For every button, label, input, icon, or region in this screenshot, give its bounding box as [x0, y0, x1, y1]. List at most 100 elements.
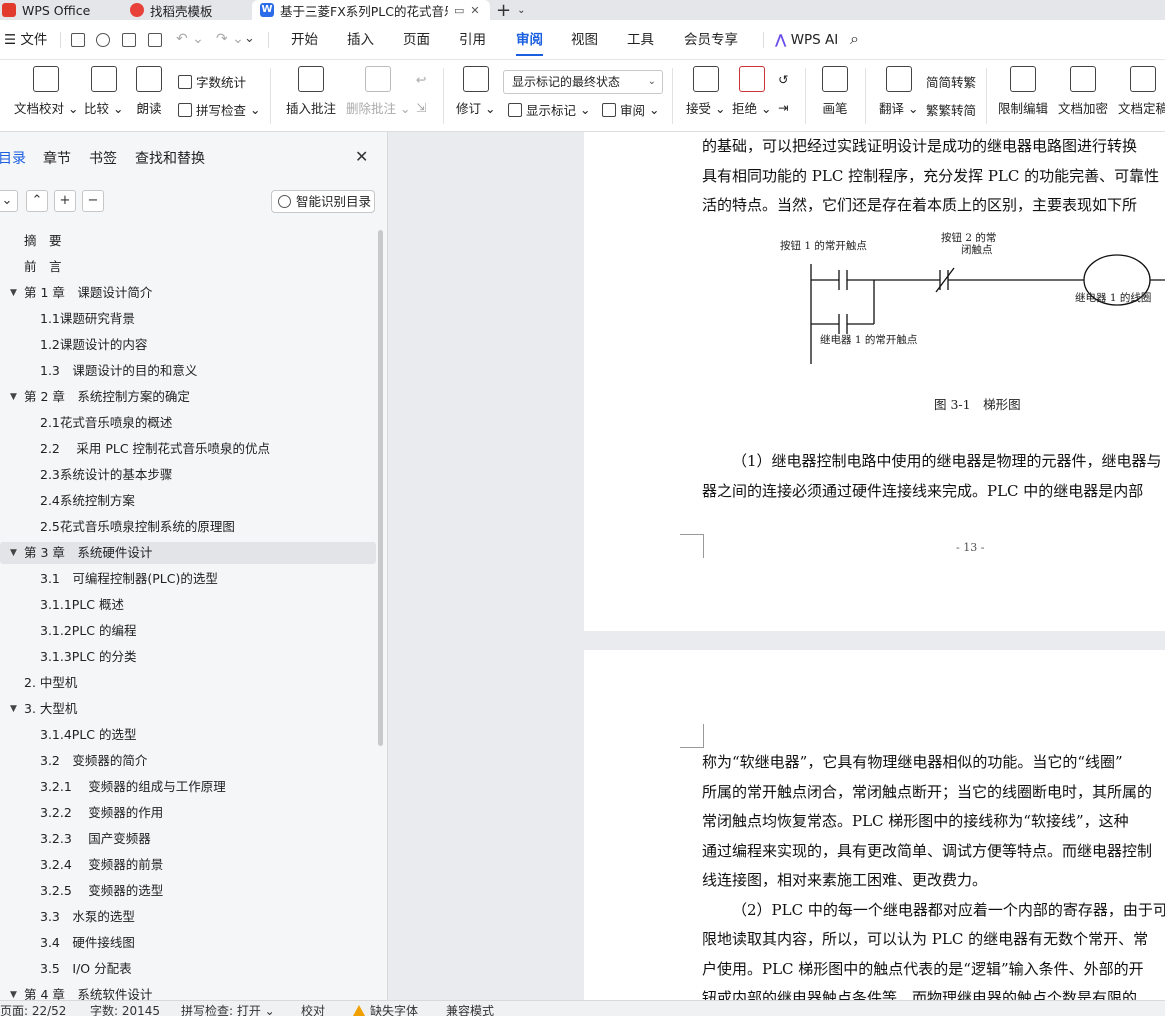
toc-item[interactable]: 1.1课题研究背景: [0, 308, 376, 330]
status-word-count[interactable]: 字数: 20145: [90, 1002, 160, 1016]
close-icon[interactable]: ✕: [355, 147, 368, 166]
nav-tab-bookmarks[interactable]: 书签: [89, 148, 117, 168]
tab-daoke-templates[interactable]: 找稻壳模板: [122, 0, 246, 20]
toc-item[interactable]: ▼ 第 1 章 课题设计简介: [0, 282, 376, 304]
search-icon[interactable]: ⌕: [850, 29, 859, 49]
word-count-button[interactable]: 字数统计: [178, 72, 246, 91]
doc-check-button[interactable]: 文档校对 ⌄: [14, 66, 78, 117]
toc-item[interactable]: ▼ 3. 大型机: [0, 698, 376, 720]
status-page[interactable]: 页面: 22/52: [0, 1002, 66, 1016]
next-change-icon[interactable]: ⇥: [778, 100, 788, 115]
delete-comment-button[interactable]: 删除批注 ⌄: [346, 66, 410, 117]
nav-tab-find-replace[interactable]: 查找和替换: [135, 148, 205, 168]
toc-scrollbar[interactable]: [378, 230, 383, 746]
menu-review[interactable]: 审阅: [516, 20, 543, 60]
show-markup-button[interactable]: 显示标记 ⌄: [508, 100, 591, 119]
toc-item[interactable]: 前 言: [0, 256, 376, 278]
to-simplified-button[interactable]: 繁繁转简: [926, 100, 976, 119]
toc-item[interactable]: 2.1花式音乐喷泉的概述: [0, 412, 376, 434]
markup-view-select[interactable]: 显示标记的最终状态 ⌄: [503, 70, 663, 94]
expand-caret-icon[interactable]: ▼: [10, 542, 17, 564]
toc-item[interactable]: 摘 要: [0, 230, 376, 252]
prev-comment-icon[interactable]: ↩: [416, 72, 426, 87]
toc-item[interactable]: 2.2 采用 PLC 控制花式音乐喷泉的优点: [0, 438, 376, 460]
toc-item[interactable]: 3.2.5 变频器的选型: [0, 880, 376, 902]
print-icon[interactable]: [122, 33, 136, 47]
menu-home[interactable]: 开始: [291, 20, 318, 60]
save-icon[interactable]: [71, 33, 85, 47]
accept-button[interactable]: 接受 ⌄: [686, 66, 725, 117]
file-menu[interactable]: ☰ 文件: [4, 20, 47, 60]
toc-item[interactable]: 2.4系统控制方案: [0, 490, 376, 512]
add-heading-icon[interactable]: +: [54, 190, 76, 212]
tab-wps-office[interactable]: WPS Office: [0, 0, 112, 20]
nav-tab-chapters[interactable]: 章节: [43, 148, 71, 168]
screen-icon[interactable]: ▭: [454, 4, 464, 17]
menu-reference[interactable]: 引用: [459, 20, 486, 60]
revise-button[interactable]: 修订 ⌄: [456, 66, 495, 117]
menu-view[interactable]: 视图: [571, 20, 598, 60]
link-icon[interactable]: [96, 33, 110, 47]
toc-item[interactable]: ▼ 第 4 章 系统软件设计: [0, 984, 376, 1000]
toc-item[interactable]: 3.2.3 国产变频器: [0, 828, 376, 850]
text-line: 所属的常开触点闭合，常闭触点断开；当它的线圈断电时，其所属的: [702, 782, 1153, 801]
toc-item[interactable]: 2.3系统设计的基本步骤: [0, 464, 376, 486]
next-comment-icon[interactable]: ⇲: [416, 100, 426, 115]
smart-toc-button[interactable]: 智能识别目录: [271, 190, 375, 213]
to-traditional-button[interactable]: 简简转繁: [926, 72, 976, 91]
expand-caret-icon[interactable]: ▼: [10, 984, 17, 1000]
menu-member[interactable]: 会员专享: [684, 20, 738, 60]
doc-encrypt-button[interactable]: 文档加密: [1058, 66, 1108, 117]
toc-item[interactable]: 3.2.2 变频器的作用: [0, 802, 376, 824]
status-missing-font[interactable]: 缺失字体: [353, 1002, 418, 1016]
toc-item[interactable]: 3.1.1PLC 概述: [0, 594, 376, 616]
restrict-edit-button[interactable]: 限制编辑: [998, 66, 1048, 117]
doc-final-button[interactable]: 文档定稿: [1118, 66, 1165, 117]
compare-button[interactable]: 比较 ⌄: [84, 66, 123, 117]
toc-item[interactable]: 3.5 I/O 分配表: [0, 958, 376, 980]
nav-tab-toc[interactable]: 目录: [0, 148, 26, 168]
toc-item[interactable]: 3.3 水泵的选型: [0, 906, 376, 928]
toc-item[interactable]: 1.3 课题设计的目的和意义: [0, 360, 376, 382]
pen-button[interactable]: 画笔: [822, 66, 848, 117]
toc-item[interactable]: 3.1 可编程控制器(PLC)的选型: [0, 568, 376, 590]
redo-icon[interactable]: ↷ ⌄: [216, 31, 244, 47]
more-chevron-icon[interactable]: ⌄: [244, 31, 255, 46]
expand-caret-icon[interactable]: ▼: [10, 386, 17, 408]
menu-page[interactable]: 页面: [403, 20, 430, 60]
status-spell-check[interactable]: 拼写检查: 打开 ⌄: [181, 1002, 275, 1016]
menu-tools[interactable]: 工具: [627, 20, 654, 60]
close-tab-icon[interactable]: ✕: [470, 4, 479, 17]
undo-icon[interactable]: ↶ ⌄: [176, 31, 204, 47]
print-preview-icon[interactable]: [148, 33, 162, 47]
spell-check-button[interactable]: 拼写检查 ⌄: [178, 100, 261, 119]
toc-item[interactable]: ▼ 第 2 章 系统控制方案的确定: [0, 386, 376, 408]
toc-item[interactable]: 2.5花式音乐喷泉控制系统的原理图: [0, 516, 376, 538]
wps-ai-button[interactable]: ⋀ WPS AI: [775, 20, 838, 60]
read-aloud-button[interactable]: 朗读: [136, 66, 162, 117]
translate-button[interactable]: 翻译 ⌄: [879, 66, 918, 117]
expand-caret-icon[interactable]: ▼: [10, 698, 17, 720]
insert-comment-button[interactable]: 插入批注: [286, 66, 336, 117]
status-proof[interactable]: 校对: [301, 1002, 325, 1016]
tab-document[interactable]: W 基于三菱FX系列PLC的花式音乐 ▭ ✕: [252, 0, 490, 20]
collapse-chevron-icon[interactable]: ⌄: [0, 190, 18, 212]
move-up-icon[interactable]: ⌃: [26, 190, 48, 212]
toc-item[interactable]: 1.2课题设计的内容: [0, 334, 376, 356]
toc-item[interactable]: 2. 中型机: [0, 672, 376, 694]
toc-item[interactable]: 3.2.4 变频器的前景: [0, 854, 376, 876]
toc-item[interactable]: 3.4 硬件接线图: [0, 932, 376, 954]
menu-insert[interactable]: 插入: [347, 20, 374, 60]
new-tab-button[interactable]: + ⌄: [496, 0, 525, 21]
prev-change-icon[interactable]: ↺: [778, 72, 788, 87]
toc-item[interactable]: 3.1.3PLC 的分类: [0, 646, 376, 668]
reject-button[interactable]: 拒绝 ⌄: [732, 66, 771, 117]
toc-item[interactable]: 3.1.2PLC 的编程: [0, 620, 376, 642]
remove-heading-icon[interactable]: −: [82, 190, 104, 212]
expand-caret-icon[interactable]: ▼: [10, 282, 17, 304]
toc-item[interactable]: 3.2.1 变频器的组成与工作原理: [0, 776, 376, 798]
review-pane-button[interactable]: 审阅 ⌄: [602, 100, 660, 119]
toc-item[interactable]: ▼ 第 3 章 系统硬件设计: [0, 542, 376, 564]
toc-item[interactable]: 3.2 变频器的简介: [0, 750, 376, 772]
toc-item[interactable]: 3.1.4PLC 的选型: [0, 724, 376, 746]
